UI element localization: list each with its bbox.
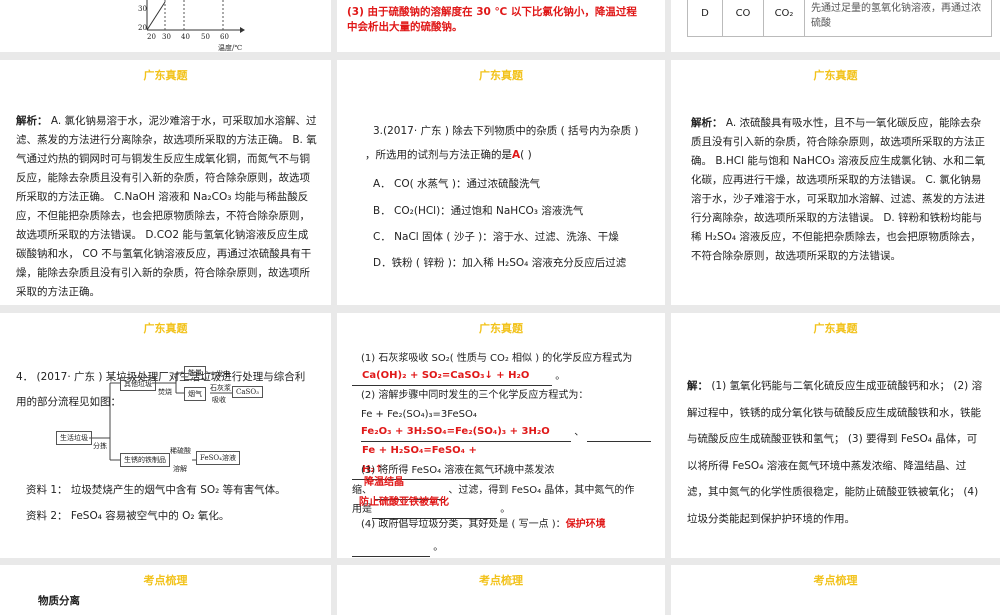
slide-thumbnail-5[interactable]: 广东真题 3.(2017· 广东 ) 除去下列物质中的杂质 ( 括号内为杂质 )… [337,60,665,305]
x-tick: 40 [181,33,190,41]
flow-absorb: 吸收 [212,396,226,404]
answer-1: Ca(OH)₂ + SO₂=CaSO₃↓ + H₂O [352,366,552,386]
slide-thumbnail-7[interactable]: 广东真题 4． (2017· 广东 ) 某垃圾处理厂对生活垃圾进行处理与综合利用… [0,313,331,558]
q4-text: (4) 政府倡导垃圾分类，其好处是 ( 写一点 )： [361,519,566,530]
x-tick: 30 [162,33,171,41]
answer-table: D CO CO₂ 先通过足量的氢氧化钠溶液，再通过浓硫酸 [687,0,992,37]
flow-start: 生活垃圾 [56,431,92,445]
y-tick: 20 [138,24,147,32]
flow-smoke: 烟气 [184,387,206,401]
x-tick: 60 [220,33,229,41]
slide-heading: 物质分离 [38,595,80,607]
q2-text: (2) 溶解步骤中同时发生的三个化学反应方程式为： [361,390,589,401]
solubility-chart [146,0,245,33]
question-line-2: ，所选用的试剂与方法正确的是 [365,149,512,161]
separator: 、 [574,427,585,438]
slide-thumbnail-4[interactable]: 广东真题 解析： A. 氯化钠易溶于水，泥沙难溶于水，可采取加水溶解、过滤、蒸发… [0,60,331,305]
answer-text: (3) 由于硫酸钠的溶解度在 30 ℃ 以下比氯化钠小，降温过程中会析出大量的硫… [347,6,637,33]
slide-thumbnail-3[interactable]: D CO CO₂ 先通过足量的氢氧化钠溶液，再通过浓硫酸 [671,0,1000,52]
option-b: B． CO₂(HCl)：通过饱和 NaHCO₃ 溶液洗气 [373,205,584,217]
slide-title: 广东真题 [143,69,188,82]
slide-thumbnail-11[interactable]: 考点梳理 [337,565,665,615]
x-tick: 20 [147,33,156,41]
slide-thumbnail-8[interactable]: 广东真题 (1) 石灰浆吸收 SO₂( 性质与 CO₂ 相似 ) 的化学反应方程… [337,313,665,558]
answer-paren: ( ) [520,149,532,161]
flow-burn: 焚烧 [158,388,172,396]
slide-title: 考点梳理 [143,574,188,587]
flow-sort: 分拣 [93,442,107,450]
solution-text: (1) 氢氧化钙能与二氧化硫反应生成亚硫酸钙和水； (2) 溶解过程中，铁锈的成… [687,380,983,525]
period: 。 [500,504,511,515]
analysis-text: A. 氯化钠易溶于水，泥沙难溶于水，可采取加水溶解、过滤、蒸发的方法进行分离除杂… [16,115,317,298]
solution-label: 解： [687,380,708,392]
info-2: 资料 2： FeSO₄ 容易被空气中的 O₂ 氧化。 [26,510,230,522]
period: 。 [555,371,566,382]
flow-dissolve: 溶解 [173,465,187,473]
flow-rusty: 生锈的铁制品 [120,453,170,467]
slide-thumbnail-2[interactable]: (3) 由于硫酸钠的溶解度在 30 ℃ 以下比氯化钠小，降温过程中会析出大量的硫… [337,0,665,52]
slide-title: 考点梳理 [813,574,858,587]
analysis-text: A. 浓硫酸具有吸水性，且不与一氧化碳反应，能除去杂质且没有引入新的杂质，符合除… [691,117,986,262]
option-a: A． CO( 水蒸气 )：通过浓硫酸洗气 [373,178,540,190]
table-cell: CO [722,0,764,37]
slide-thumbnail-10[interactable]: 考点梳理 物质分离 [0,565,331,615]
x-axis-label: 温度/℃ [218,44,243,52]
flow-energy: 能量 [184,366,206,380]
table-row: D CO CO₂ 先通过足量的氢氧化钠溶液，再通过浓硫酸 [687,0,992,37]
info-1: 资料 1： 垃圾焚烧产生的烟气中含有 SO₂ 等有害气体。 [26,484,286,496]
analysis-label: 解析： [16,115,48,127]
y-tick: 30 [138,5,147,13]
slide-thumbnail-9[interactable]: 广东真题 解： (1) 氢氧化钙能与二氧化硫反应生成亚硫酸钙和水； (2) 溶解… [671,313,1000,558]
slide-title: 广东真题 [479,322,523,335]
q3-text-c: 、过滤，得到 FeSO₄ 晶体，其中氮气的作 [448,485,635,496]
option-c: C． NaCl 固体 ( 沙子 )：溶于水、过滤、洗涤、干燥 [373,231,619,243]
option-d: D．铁粉 ( 锌粉 )：加入稀 H₂SO₄ 溶液充分反应后过滤 [373,257,627,269]
slide-thumbnail-1[interactable]: 30 20 20 30 40 50 60 温度/℃ [0,0,331,52]
slide-title: 广东真题 [813,69,858,82]
slide-title: 广东真题 [813,322,858,335]
period: 。 [433,542,444,553]
table-cell: D [687,0,723,37]
answer-2: Fe₂O₃ + 3H₂SO₄=Fe₂(SO₄)₃ + 3H₂O [361,422,571,442]
slide-thumbnail-6[interactable]: 广东真题 解析： A. 浓硫酸具有吸水性，且不与一氧化碳反应，能除去杂质且没有引… [671,60,1000,305]
table-cell: 先通过足量的氢氧化钠溶液，再通过浓硫酸 [804,0,992,37]
flow-lime: 石灰浆 [210,384,231,392]
flow-acid: 稀硫酸 [170,447,191,455]
analysis-label: 解析： [691,117,723,129]
question-line-1: 3.(2017· 广东 ) 除去下列物质中的杂质 ( 括号内为杂质 ) [373,125,639,137]
x-tick: 50 [201,33,210,41]
answer-mark: A [512,149,521,161]
slide-title: 广东真题 [479,69,523,82]
flow-other: 其他垃圾 [120,377,156,391]
slide-thumbnail-12[interactable]: 考点梳理 [671,565,1000,615]
flow-power: 发电 [216,370,230,378]
answer-4: 保护环境 [565,519,606,530]
answer-3b: 防止硫酸亚铁被氧化 [359,497,449,508]
flow-feso4: FeSO₄溶液 [196,451,240,465]
slide-title: 考点梳理 [479,574,523,587]
flow-caso3: CaSO₃ [232,386,263,398]
table-cell: CO₂ [763,0,805,37]
